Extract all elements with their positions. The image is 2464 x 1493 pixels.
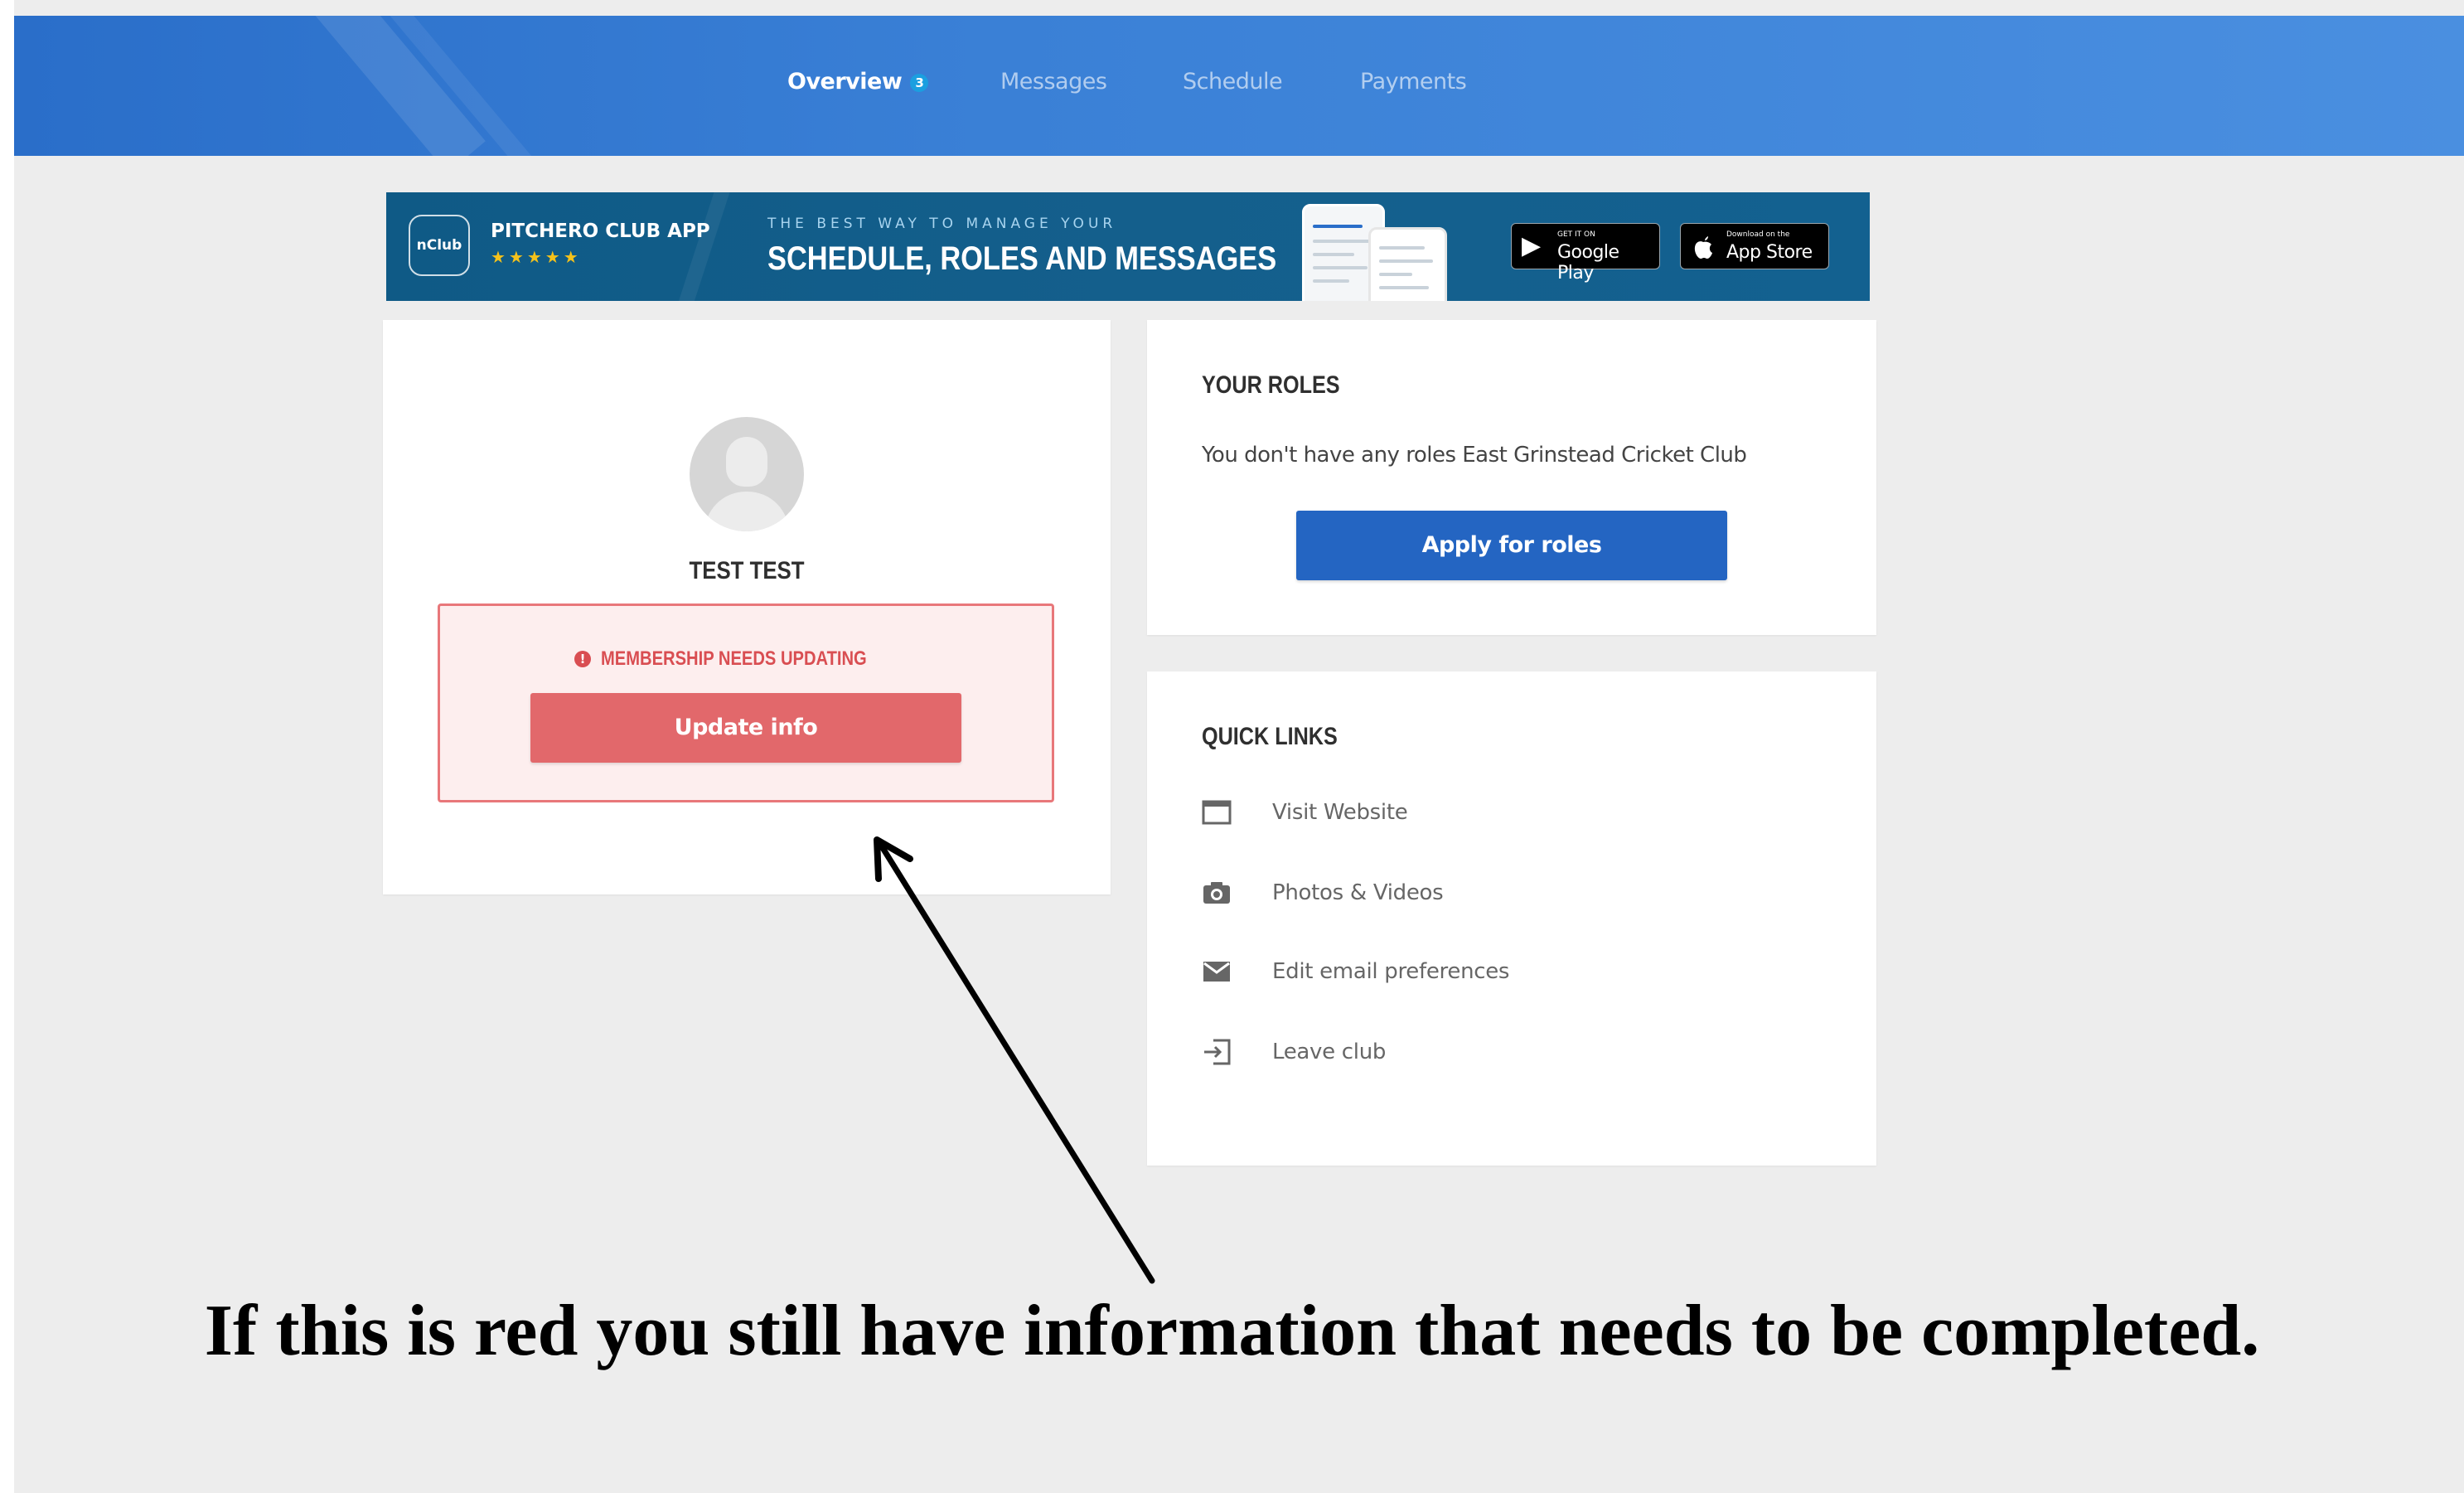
app-promo-banner[interactable]: nClub PITCHERO CLUB APP ★★★★★ THE BEST W…	[386, 192, 1870, 301]
play-store-icon: ▶	[1522, 231, 1542, 260]
quick-links-card: QUICK LINKS Visit Website Photos & Video…	[1147, 671, 1876, 1166]
quick-link-label: Visit Website	[1272, 800, 1408, 825]
nav-tab-label: Overview	[787, 69, 903, 95]
app-store-small-label: Download on the	[1726, 230, 1790, 239]
nav-tab-label: Payments	[1360, 69, 1467, 95]
quick-links-title: QUICK LINKS	[1202, 723, 1338, 750]
quick-link-edit-email[interactable]: Edit email preferences	[1202, 951, 1782, 992]
alert-text: MEMBERSHIP NEEDS UPDATING	[601, 647, 867, 670]
rating-stars-icon: ★★★★★	[491, 247, 582, 267]
google-play-button[interactable]: ▶ GET IT ON Google Play	[1511, 223, 1660, 284]
nav-tab-payments[interactable]: Payments	[1360, 69, 1467, 95]
nav-tab-label: Messages	[1000, 69, 1107, 95]
nav-tab-overview[interactable]: Overview 3	[787, 69, 929, 95]
quick-link-label: Leave club	[1272, 1040, 1387, 1064]
envelope-icon	[1203, 962, 1230, 982]
profile-name: TEST TEST	[689, 557, 805, 584]
avatar-head	[726, 437, 767, 487]
nav-tab-label: Schedule	[1183, 69, 1283, 95]
update-info-button[interactable]: Update info	[530, 693, 961, 763]
roles-title: YOUR ROLES	[1202, 371, 1340, 399]
roles-description: You don't have any roles East Grinstead …	[1202, 443, 1747, 468]
main-nav: Overview 3 Messages Schedule Payments	[14, 69, 2464, 119]
banner-kicker: THE BEST WAY TO MANAGE YOUR	[767, 216, 1117, 232]
google-play-small-label: GET IT ON	[1557, 230, 1595, 239]
app-store-label: App Store	[1726, 242, 1813, 263]
app-name: PITCHERO CLUB APP	[491, 221, 710, 242]
overview-count-badge: 3	[910, 73, 929, 92]
nav-tab-messages[interactable]: Messages	[1000, 69, 1107, 95]
annotation-caption: If this is red you still have informatio…	[204, 1291, 2260, 1371]
browser-window-icon	[1202, 800, 1232, 825]
avatar-body	[704, 492, 789, 531]
exit-icon	[1204, 1039, 1231, 1065]
avatar	[690, 417, 804, 531]
membership-alert: ! MEMBERSHIP NEEDS UPDATING Update info	[438, 604, 1054, 802]
quick-link-leave-club[interactable]: Leave club	[1202, 1031, 1782, 1073]
banner-headline: SCHEDULE, ROLES AND MESSAGES	[767, 240, 1277, 277]
alert-exclamation-icon: !	[574, 651, 592, 667]
quick-link-photos-videos[interactable]: Photos & Videos	[1202, 872, 1782, 914]
alert-message-row: ! MEMBERSHIP NEEDS UPDATING	[440, 647, 1052, 671]
profile-card: TEST TEST ! MEMBERSHIP NEEDS UPDATING Upd…	[383, 320, 1111, 894]
quick-link-visit-website[interactable]: Visit Website	[1202, 792, 1782, 833]
apply-for-roles-button[interactable]: Apply for roles	[1296, 511, 1727, 580]
google-play-label: Google Play	[1557, 242, 1619, 284]
quick-link-label: Edit email preferences	[1272, 959, 1510, 984]
app-logo: nClub	[409, 215, 470, 276]
quick-link-label: Photos & Videos	[1272, 880, 1444, 905]
app-store-button[interactable]: Download on the App Store	[1680, 223, 1829, 269]
nav-tab-schedule[interactable]: Schedule	[1183, 69, 1283, 95]
top-header: Overview 3 Messages Schedule Payments	[14, 16, 2464, 156]
phone-mockup-secondary-icon	[1368, 227, 1447, 301]
banner-decoration	[665, 192, 736, 301]
camera-icon	[1203, 882, 1230, 904]
roles-card: YOUR ROLES You don't have any roles East…	[1147, 320, 1876, 635]
apple-icon	[1694, 236, 1712, 259]
